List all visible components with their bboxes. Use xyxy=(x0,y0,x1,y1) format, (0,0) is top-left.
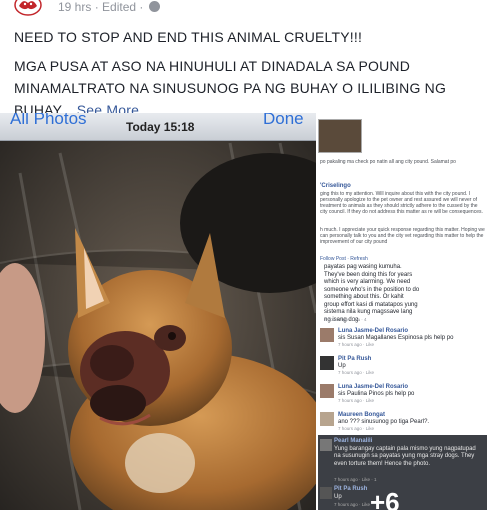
comment-item: Pit Pa Rush Up 7 hours ago · Like xyxy=(320,356,480,378)
dog-photo-image xyxy=(0,113,316,510)
dark-comment-time-2: 7 hours ago · Like xyxy=(334,502,371,507)
follow-post-links[interactable]: Follow Post · Refresh xyxy=(320,256,368,262)
post-text: NEED TO STOP AND END THIS ANIMAL CRUELTY… xyxy=(14,26,474,121)
photo-dog[interactable]: All Photos Today 15:18 Done xyxy=(0,113,316,510)
more-photos-overlay[interactable]: +6 xyxy=(370,487,400,510)
org-name[interactable]: 'Criselingo xyxy=(320,183,351,189)
comment-author[interactable]: Luna Jasme-Del Rosario xyxy=(338,384,408,390)
avatar[interactable] xyxy=(320,384,334,398)
comment-time: 7 hours ago · Like xyxy=(338,342,375,347)
dark-comment-author-2[interactable]: Pit Pa Rush xyxy=(334,486,367,493)
comment-item: Luna Jasme-Del Rosario sis Paulina Pinos… xyxy=(320,384,480,406)
photo-date-label: Today 15:18 xyxy=(126,120,195,134)
post-line-1: NEED TO STOP AND END THIS ANIMAL CRUELTY… xyxy=(14,29,363,45)
dark-comment-author[interactable]: Pearl Manalili xyxy=(334,438,372,445)
comment-body: sis Susan Magallanes Espinosa pls help p… xyxy=(338,335,454,341)
avatar[interactable] xyxy=(320,328,334,342)
post-time[interactable]: 19 hrs xyxy=(58,0,91,14)
avatar[interactable] xyxy=(320,356,334,370)
edited-label[interactable]: Edited xyxy=(102,0,136,14)
done-button[interactable]: Done xyxy=(263,113,304,129)
meta-separator-2: · xyxy=(139,0,144,14)
comment-body: ano ??? sinusunog po tiga Pearl?. xyxy=(338,419,430,425)
top-line: po pakaling ma check po natin all ang ci… xyxy=(320,159,456,165)
comment-body: sis Paulina Pinos pls help po xyxy=(338,391,415,397)
page-logo-icon[interactable] xyxy=(14,0,42,16)
comment-item: Luna Jasme-Del Rosario sis Susan Magalla… xyxy=(320,328,480,350)
screenshot-dark-panel: Pearl Manalili Yung barangay captain pal… xyxy=(318,435,487,510)
dark-comment-time: 7 hours ago · Like · 1 xyxy=(334,477,377,482)
comment-block-text: payatas pag wasing kumuha. They've been … xyxy=(324,264,420,323)
user-reply: h much. I appreciate your quick response… xyxy=(320,227,485,245)
screenshot-top-panel: po pakaling ma check po natin all ang ci… xyxy=(318,113,487,263)
post-line-2: MGA PUSA AT ASO NA HINUHULI AT DINADALA … xyxy=(14,55,474,121)
avatar[interactable] xyxy=(320,487,332,499)
globe-icon[interactable] xyxy=(148,1,160,12)
comment-author[interactable]: Pit Pa Rush xyxy=(338,356,371,362)
comment-item: Maureen Bongat ano ??? sinusunog po tiga… xyxy=(320,412,480,434)
org-reply: ging this to my attention. Will inquire … xyxy=(320,191,483,215)
post-header: 19 hrs · Edited · xyxy=(0,0,487,20)
comment-body: Up xyxy=(338,363,346,369)
post-meta: 19 hrs · Edited · xyxy=(58,0,160,14)
all-photos-button[interactable]: All Photos xyxy=(10,113,87,129)
comment-time: 7 hours ago · Like xyxy=(338,426,375,431)
comment-author[interactable]: Luna Jasme-Del Rosario xyxy=(338,328,408,334)
comment-time: 7 hours ago · Like xyxy=(338,398,375,403)
comment-time: 7 hours ago · Like xyxy=(338,370,375,375)
meta-separator: · xyxy=(94,0,99,14)
comment-author[interactable]: Maureen Bongat xyxy=(338,412,385,418)
comment-block-time: 7 hours ago · Like · 4 xyxy=(324,317,367,322)
thumbnail-image xyxy=(318,119,362,153)
dark-comment-body: Yung barangay captain pala mismo yung na… xyxy=(334,446,476,467)
avatar[interactable] xyxy=(320,412,334,426)
photo-screenshot-comments[interactable]: po pakaling ma check po natin all ang ci… xyxy=(318,113,487,510)
avatar[interactable] xyxy=(320,439,332,451)
ios-photos-bar: All Photos Today 15:18 Done xyxy=(0,113,316,141)
